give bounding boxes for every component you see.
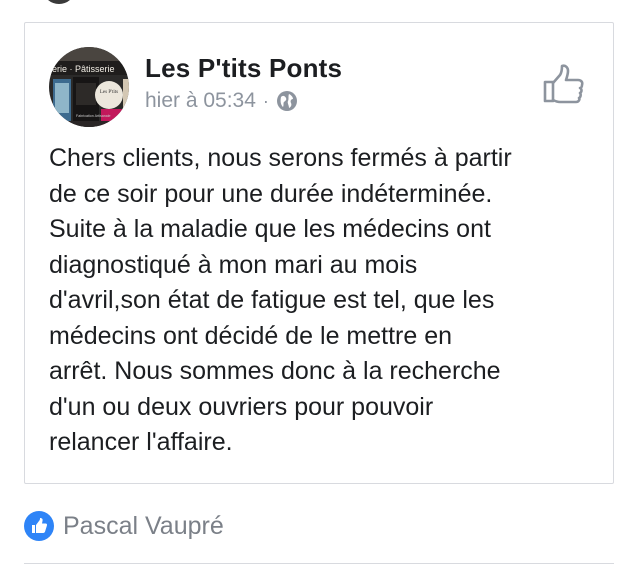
previous-avatar-edge (44, 0, 74, 4)
page-avatar[interactable]: gerie · Pâtisserie Les P'tits Fabricatio… (49, 47, 129, 127)
badge-text: Les P'tits (100, 90, 118, 95)
reaction-user-name[interactable]: Pascal Vaupré (63, 512, 224, 541)
sign-text: gerie · Pâtisserie (49, 64, 115, 74)
post-body-text: Chers clients, nous serons fermés à part… (49, 144, 512, 456)
meta-separator: · (262, 90, 269, 111)
page-name-link[interactable]: Les P'tits Ponts (145, 53, 342, 84)
reactions-row[interactable]: Pascal Vaupré (24, 511, 224, 541)
globe-icon (276, 90, 298, 112)
storefront-image: gerie · Pâtisserie Les P'tits Fabricatio… (49, 47, 129, 127)
section-divider (24, 563, 614, 564)
caption-text: Fabrication Artisanale (76, 114, 111, 118)
post-card: gerie · Pâtisserie Les P'tits Fabricatio… (24, 22, 614, 484)
post-meta: hier à 05:34 · (145, 89, 298, 113)
like-reaction-icon (24, 511, 54, 541)
post-timestamp-link[interactable]: hier à 05:34 (145, 89, 256, 113)
thumbs-up-outline-icon[interactable] (542, 63, 586, 105)
